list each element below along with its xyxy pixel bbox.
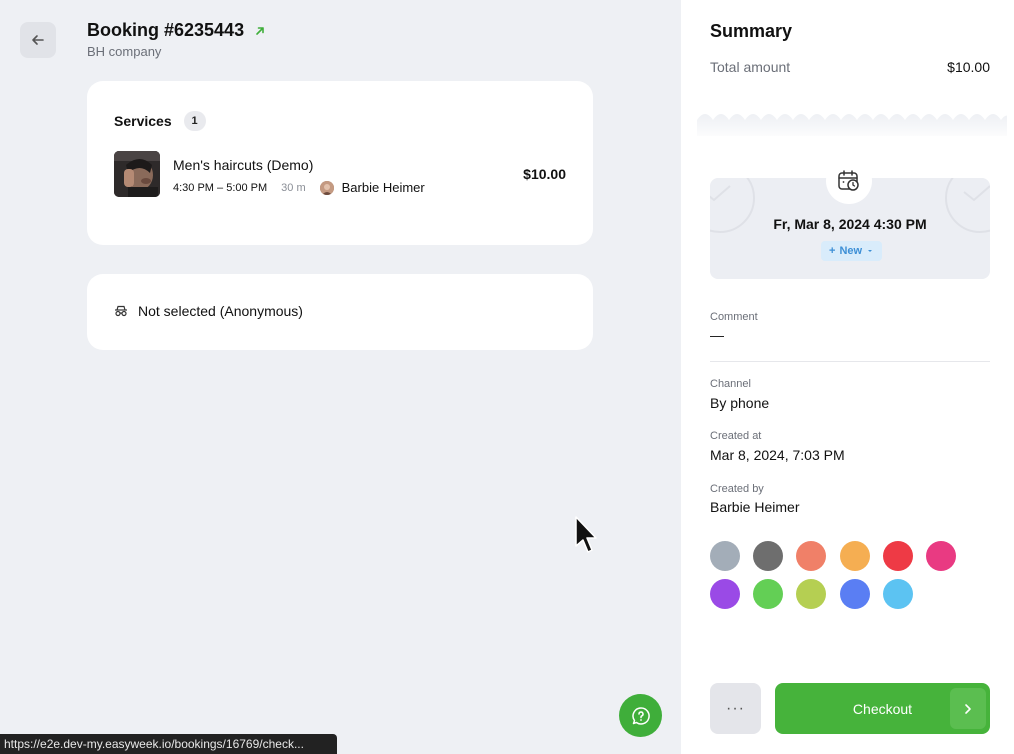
total-amount-value: $10.00 [947, 59, 990, 75]
created-by-label: Created by [710, 483, 764, 495]
comment-value: — [710, 327, 724, 343]
color-swatch[interactable] [796, 541, 827, 571]
checkout-label: Checkout [852, 700, 913, 717]
checkout-button[interactable]: Checkout [775, 683, 990, 734]
mouse-pointer-icon [575, 516, 597, 553]
help-chat-button[interactable] [619, 694, 662, 737]
divider [710, 361, 990, 362]
caret-down-icon [868, 250, 873, 252]
booking-title: Booking #6235443 [87, 20, 245, 40]
color-swatch[interactable] [710, 579, 740, 609]
color-swatch[interactable] [753, 541, 784, 571]
decorative-check-icon [945, 178, 990, 233]
service-thumbnail [114, 151, 160, 197]
service-photo-image [114, 151, 160, 197]
incognito-icon [115, 305, 127, 317]
channel-label: Channel [710, 378, 751, 390]
color-swatch[interactable] [882, 579, 913, 609]
client-label: Not selected (Anonymous) [138, 303, 303, 319]
summary-panel: Summary Total amount $10.00 Fr, Mar 8, 2… [681, 0, 1014, 754]
color-swatch[interactable] [753, 579, 784, 609]
staff-avatar [319, 180, 334, 195]
service-meta: 4:30 PM – 5:00 PM 30 m Barbie Heimer [173, 180, 425, 195]
status-label: New [839, 245, 863, 257]
back-button[interactable] [20, 22, 56, 58]
calendar-badge [826, 158, 872, 204]
color-swatch[interactable] [926, 541, 956, 571]
services-count-badge: 1 [183, 111, 206, 131]
page-title: Booking #6235443 [87, 20, 266, 41]
service-duration: 30 m [281, 181, 306, 194]
created-at-value: Mar 8, 2024, 7:03 PM [710, 447, 845, 463]
color-swatch[interactable] [839, 541, 870, 571]
color-swatch[interactable] [796, 579, 827, 609]
company-name: BH company [87, 44, 162, 59]
decorative-check-icon [710, 178, 755, 233]
service-name[interactable]: Men's haircuts (Demo) [173, 157, 313, 173]
color-swatch[interactable] [882, 541, 913, 571]
services-card: Services 1 Men's haircuts (Demo) 4:30 PM… [87, 81, 593, 245]
booking-main-panel: Booking #6235443 BH company Services 1 M… [0, 0, 681, 754]
summary-title: Summary [710, 21, 793, 41]
appointment-date: Fr, Mar 8, 2024 4:30 PM [773, 216, 927, 232]
created-at-label: Created at [710, 430, 762, 442]
status-dropdown[interactable]: + New [821, 241, 883, 261]
created-by-value: Barbie Heimer [710, 499, 800, 515]
comment-label: Comment [710, 311, 758, 323]
external-link-icon[interactable] [254, 25, 266, 37]
services-title: Services [114, 113, 172, 129]
color-swatch[interactable] [710, 541, 740, 571]
total-amount-label: Total amount [710, 59, 791, 75]
status-bar-url: https://e2e.dev-my.easyweek.io/bookings/… [0, 734, 337, 754]
service-time: 4:30 PM – 5:00 PM [173, 181, 268, 194]
plus-icon: + [829, 245, 836, 257]
more-options-button[interactable]: ··· [710, 683, 761, 734]
client-card[interactable]: Not selected (Anonymous) [87, 274, 593, 350]
services-header: Services 1 [114, 111, 206, 131]
chevron-right-icon [950, 688, 986, 729]
arrow-left-icon [32, 35, 44, 45]
color-swatch[interactable] [839, 579, 870, 609]
receipt-edge-divider [697, 114, 1007, 136]
service-price: $10.00 [523, 166, 566, 182]
chat-help-icon [631, 706, 650, 725]
client-row[interactable]: Not selected (Anonymous) [114, 303, 303, 319]
channel-value: By phone [710, 395, 770, 411]
staff-name: Barbie Heimer [341, 180, 425, 195]
calendar-clock-icon [838, 170, 859, 191]
